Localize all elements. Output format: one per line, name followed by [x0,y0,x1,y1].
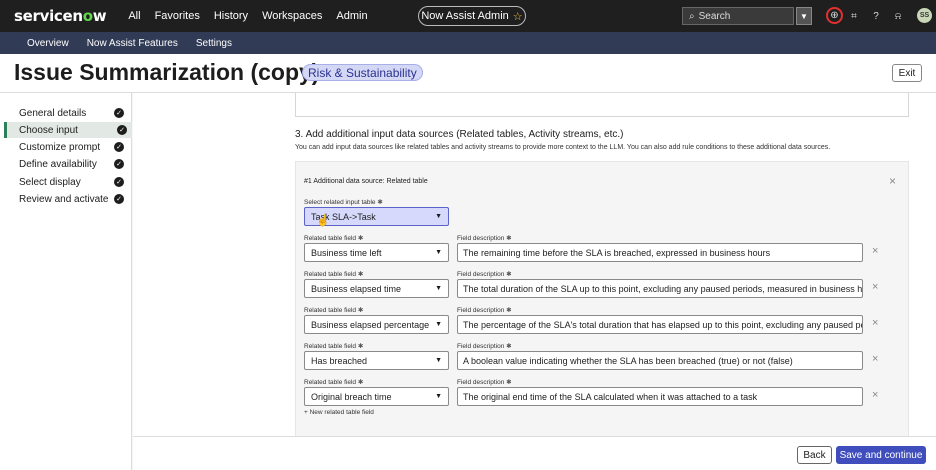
new-related-field-link[interactable]: + New related table field [304,409,374,416]
sub-nav: Overview Now Assist Features Settings [0,32,936,54]
section-title: 3. Add additional input data sources (Re… [295,129,624,140]
page-title: Issue Summarization (copy) [14,59,320,85]
field-label: Related table field ✱ [304,307,364,314]
check-icon: ✓ [114,142,124,152]
nav-all[interactable]: All [128,10,140,22]
remove-row-icon[interactable]: × [872,317,878,329]
chevron-down-icon: ▼ [435,321,442,328]
avatar[interactable]: SS [917,8,932,23]
related-field-select[interactable]: Business time left ▼ [304,243,449,262]
step-label: Choose input [19,124,78,136]
close-icon[interactable]: × [889,174,896,188]
field-value: Business elapsed time [311,283,402,294]
top-nav: All Favorites History Workspaces Admin [128,10,381,22]
check-icon: ✓ [114,108,124,118]
field-label: Related table field ✱ [304,379,364,386]
chevron-down-icon: ▼ [435,285,442,292]
search-placeholder: Search [698,10,731,22]
step-label: Define availability [19,158,97,170]
search-scope-dropdown[interactable]: ▼ [796,7,812,25]
mouse-cursor-icon: ☝ [316,215,330,227]
title-row: Issue Summarization (copy) Risk & Sustai… [0,54,936,93]
field-description-input[interactable]: The percentage of the SLA's total durati… [457,315,863,334]
step-choose-input[interactable]: Choose input ✓ [4,122,132,138]
desc-label: Field description ✱ [457,379,512,386]
related-field-select[interactable]: Has breached ▼ [304,351,449,370]
check-icon: ✓ [114,177,124,187]
desc-label: Field description ✱ [457,307,512,314]
step-general-details[interactable]: General details ✓ [4,105,132,121]
step-label: General details [19,107,87,119]
related-field-select[interactable]: Business elapsed percentage ▼ [304,315,449,334]
step-label: Review and activate [19,193,109,205]
step-label: Select display [19,176,81,188]
main-content: 3. Add additional input data sources (Re… [133,93,936,436]
data-source-card: #1 Additional data source: Related table… [295,161,909,436]
remove-row-icon[interactable]: × [872,245,878,257]
field-value: Original breach time [311,391,392,402]
pill-label: Now Assist Admin [421,10,509,22]
field-description-input[interactable]: The total duration of the SLA up to this… [457,279,863,298]
help-icon[interactable]: ? [868,8,884,24]
footer-bar: Back Save and continue [133,436,936,470]
step-define-availability[interactable]: Define availability ✓ [4,156,132,172]
field-description-input[interactable]: The original end time of the SLA calcula… [457,387,863,406]
nav-workspaces[interactable]: Workspaces [262,10,322,22]
save-and-continue-button[interactable]: Save and continue [836,446,926,464]
globe-icon[interactable]: ⊕ [826,7,843,24]
field-value: Business elapsed percentage [311,319,430,330]
step-select-display[interactable]: Select display ✓ [4,174,132,190]
previous-section-box [295,93,909,117]
steps-sidebar: General details ✓ Choose input ✓ Customize… [0,93,132,470]
subnav-now-assist-features[interactable]: Now Assist Features [87,38,178,49]
chat-icon[interactable]: ⌗ [846,8,862,24]
now-assist-admin-pill[interactable]: Now Assist Admin ☆ [418,6,526,26]
check-icon: ✓ [114,194,124,204]
nav-history[interactable]: History [214,10,248,22]
search-input[interactable]: ⌕ Search [682,7,794,25]
remove-row-icon[interactable]: × [872,353,878,365]
remove-row-icon[interactable]: × [872,389,878,401]
workspace-badge: Risk & Sustainability [302,64,423,81]
top-bar: servicenow All Favorites History Workspa… [0,0,936,32]
field-description-input[interactable]: The remaining time before the SLA is bre… [457,243,863,262]
step-review-and-activate[interactable]: Review and activate ✓ [4,191,132,207]
field-value: Has breached [311,355,368,366]
related-field-select[interactable]: Business elapsed time ▼ [304,279,449,298]
field-description-input[interactable]: A boolean value indicating whether the S… [457,351,863,370]
select-table-label: Select related input table ✱ [304,199,383,206]
subnav-settings[interactable]: Settings [196,38,232,49]
field-label: Related table field ✱ [304,343,364,350]
chevron-down-icon: ▼ [435,213,442,220]
check-icon: ✓ [114,159,124,169]
field-label: Related table field ✱ [304,271,364,278]
search-icon: ⌕ [689,10,695,22]
field-label: Related table field ✱ [304,235,364,242]
step-label: Customize prompt [19,141,101,153]
desc-label: Field description ✱ [457,235,512,242]
section-description: You can add input data sources like rela… [295,144,831,151]
remove-row-icon[interactable]: × [872,281,878,293]
related-field-select[interactable]: Original breach time ▼ [304,387,449,406]
nav-admin[interactable]: Admin [336,10,367,22]
subnav-overview[interactable]: Overview [27,38,69,49]
nav-favorites[interactable]: Favorites [155,10,200,22]
desc-label: Field description ✱ [457,343,512,350]
field-value: Business time left [311,247,382,258]
step-customize-prompt[interactable]: Customize prompt ✓ [4,139,132,155]
desc-label: Field description ✱ [457,271,512,278]
chevron-down-icon: ▼ [435,393,442,400]
bell-icon[interactable]: ⍾ [890,8,906,24]
star-icon: ☆ [512,10,523,23]
chevron-down-icon: ▼ [435,249,442,256]
back-button[interactable]: Back [797,446,832,464]
check-icon: ✓ [117,125,127,135]
servicenow-logo[interactable]: servicenow [14,7,107,25]
card-title: #1 Additional data source: Related table [304,178,428,185]
exit-button[interactable]: Exit [892,64,922,82]
chevron-down-icon: ▼ [435,357,442,364]
